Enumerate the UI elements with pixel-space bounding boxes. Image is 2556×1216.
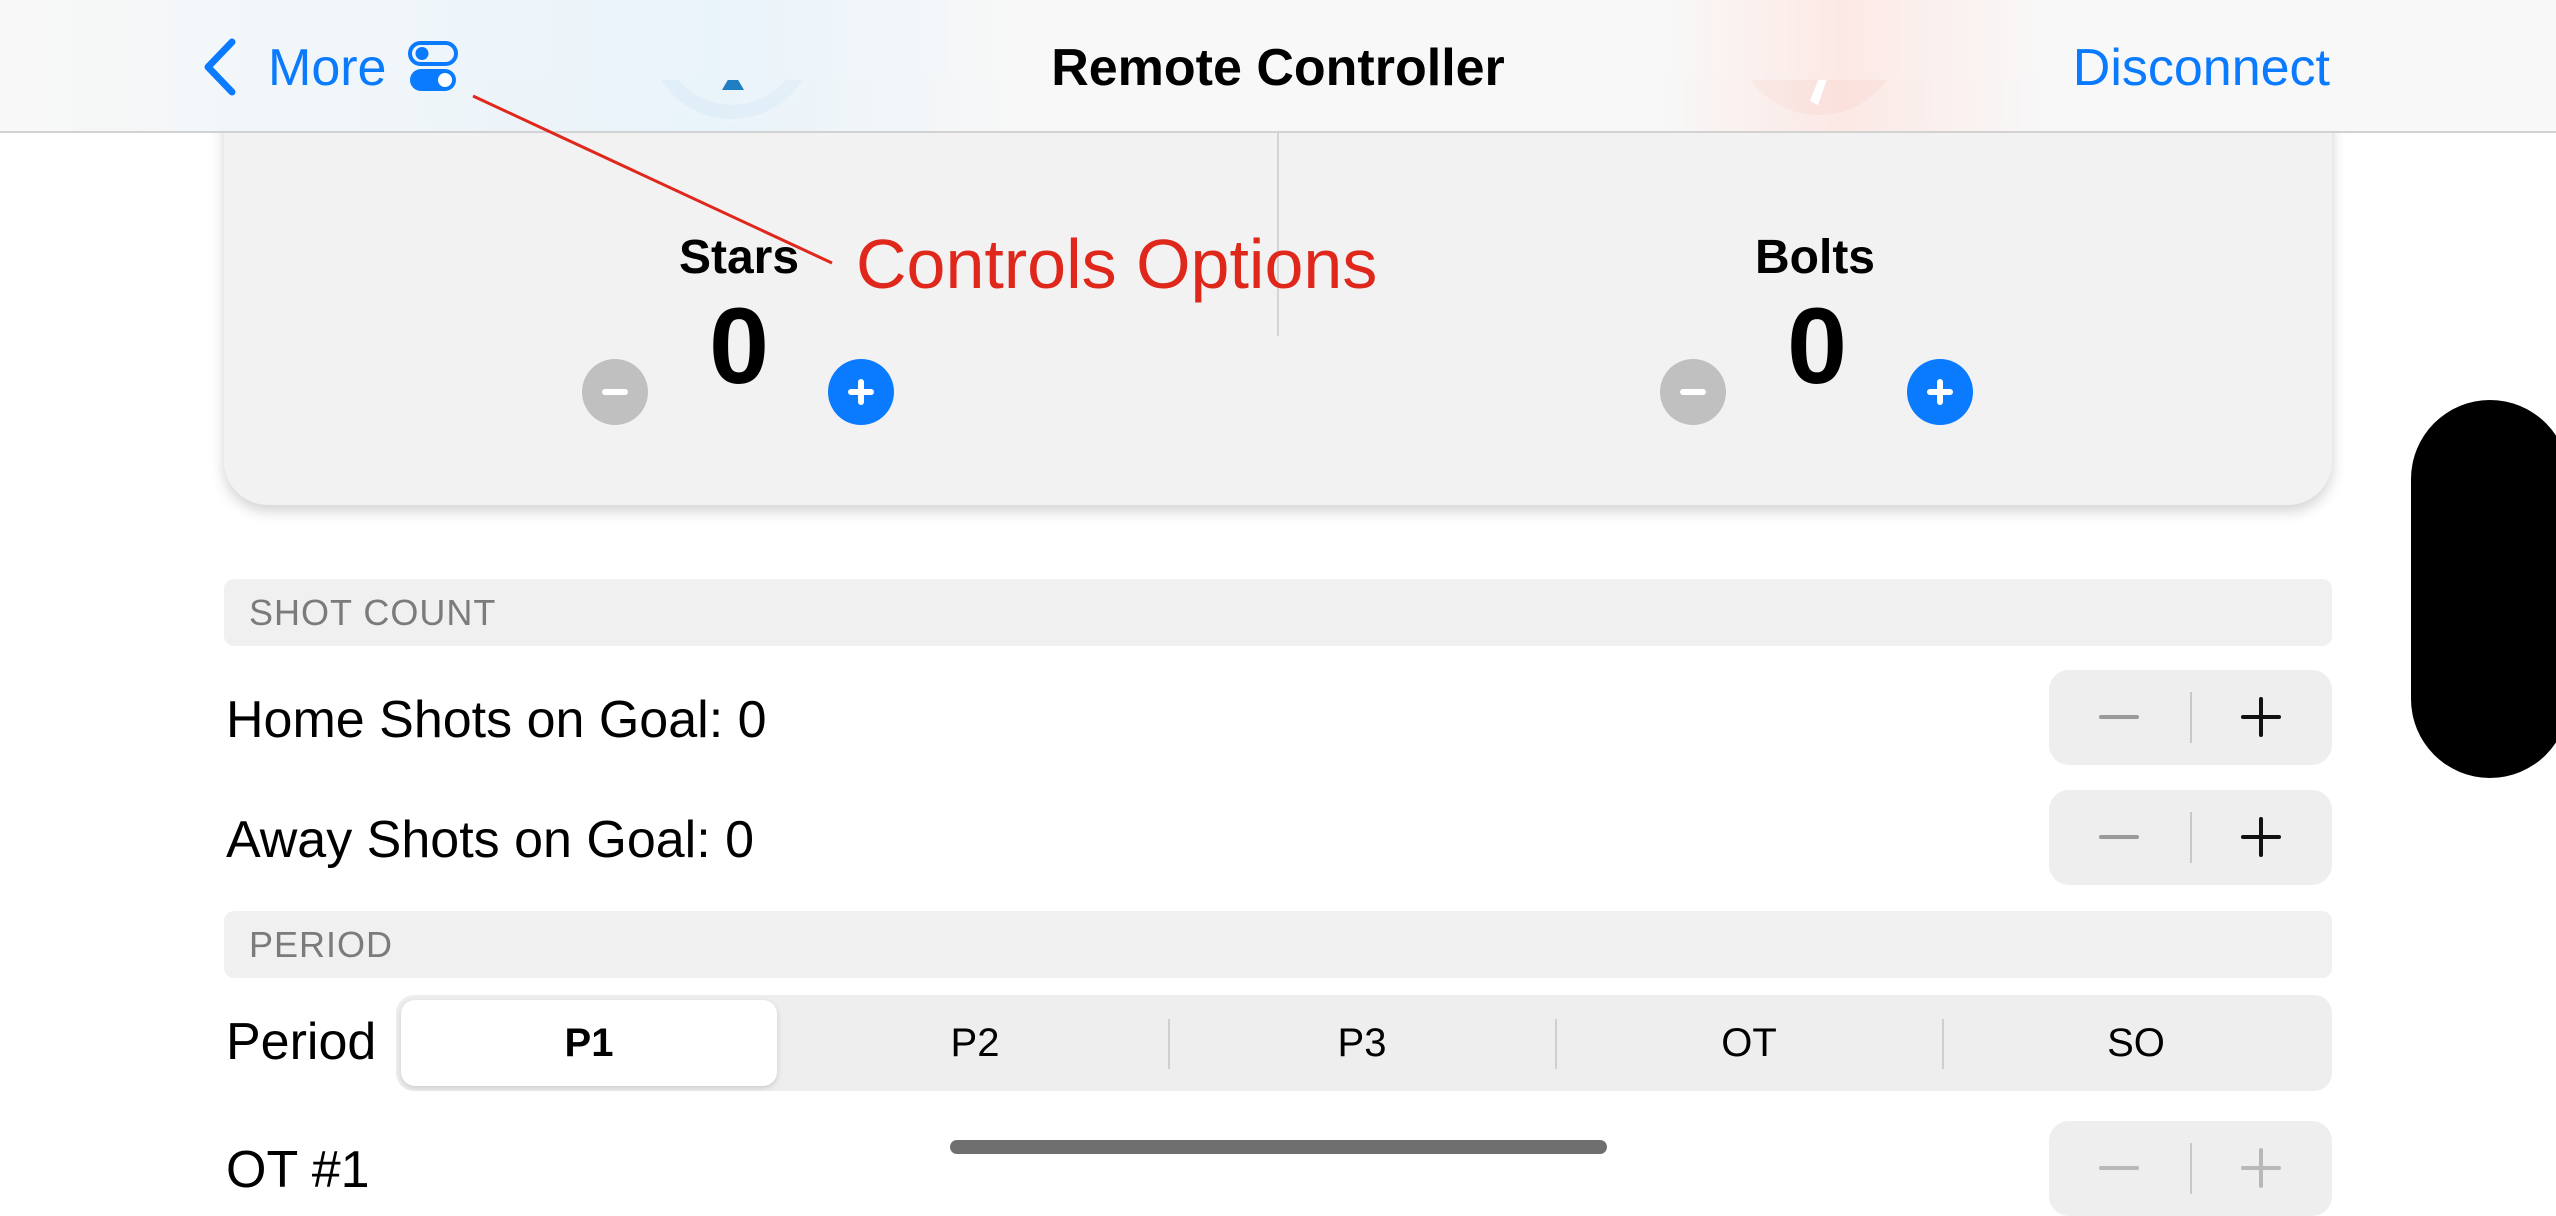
minus-icon [2099, 835, 2139, 839]
bolt-mark-icon [1810, 80, 1827, 105]
period-option-ot[interactable]: OT [1561, 1000, 1937, 1086]
ot-decrement-button[interactable] [2049, 1121, 2190, 1216]
away-shots-label: Away Shots on Goal: 0 [226, 811, 755, 869]
star-mark-icon [722, 80, 744, 90]
period-segmented-control: P1 P2 P3 OT SO [396, 995, 2332, 1091]
period-option-p1[interactable]: P1 [401, 1000, 777, 1086]
period-section-header: PERIOD [224, 911, 2332, 978]
page-title: Remote Controller [1051, 39, 1505, 97]
segment-divider [1555, 1019, 1557, 1069]
period-option-so[interactable]: SO [1948, 1000, 2324, 1086]
ot-stepper [2049, 1121, 2332, 1216]
plus-icon [848, 379, 874, 405]
home-team-name: Stars [678, 231, 800, 284]
away-score: 0 [1786, 285, 1848, 406]
minus-icon [602, 389, 628, 395]
minus-icon [2099, 715, 2139, 719]
plus-icon [2241, 697, 2281, 737]
home-shots-stepper [2049, 670, 2332, 765]
plus-icon [2241, 1148, 2281, 1188]
navigation-bar: More Remote Controller Disconnect [0, 0, 2556, 133]
minus-icon [1680, 389, 1706, 395]
plus-icon [2241, 817, 2281, 857]
home-shots-label: Home Shots on Goal: 0 [226, 691, 767, 749]
back-button[interactable]: More [268, 38, 386, 98]
plus-icon [1927, 379, 1953, 405]
home-score: 0 [708, 285, 770, 406]
annotation-label: Controls Options [856, 225, 1378, 303]
period-option-p2[interactable]: P2 [787, 1000, 1163, 1086]
shot-count-section-header: SHOT COUNT [224, 579, 2332, 646]
away-shots-increment-button[interactable] [2191, 790, 2332, 885]
toggle-switches-icon[interactable] [408, 41, 460, 98]
chevron-left-icon[interactable] [200, 38, 240, 101]
home-shots-increment-button[interactable] [2191, 670, 2332, 765]
ot-row-label: OT #1 [226, 1141, 370, 1199]
away-shots-stepper [2049, 790, 2332, 885]
side-scroll-handle[interactable] [2411, 400, 2556, 778]
home-shots-decrement-button[interactable] [2049, 670, 2190, 765]
away-shots-decrement-button[interactable] [2049, 790, 2190, 885]
home-indicator[interactable] [950, 1140, 1607, 1154]
away-team-name: Bolts [1755, 231, 1875, 284]
away-score-increment-button[interactable] [1907, 359, 1973, 425]
disconnect-button[interactable]: Disconnect [2060, 38, 2330, 98]
home-score-increment-button[interactable] [828, 359, 894, 425]
minus-icon [2099, 1166, 2139, 1170]
segment-divider [1168, 1019, 1170, 1069]
period-label: Period [226, 1013, 377, 1071]
home-score-decrement-button[interactable] [582, 359, 648, 425]
period-option-p3[interactable]: P3 [1174, 1000, 1550, 1086]
away-score-decrement-button[interactable] [1660, 359, 1726, 425]
segment-divider [1942, 1019, 1944, 1069]
ot-increment-button[interactable] [2191, 1121, 2332, 1216]
